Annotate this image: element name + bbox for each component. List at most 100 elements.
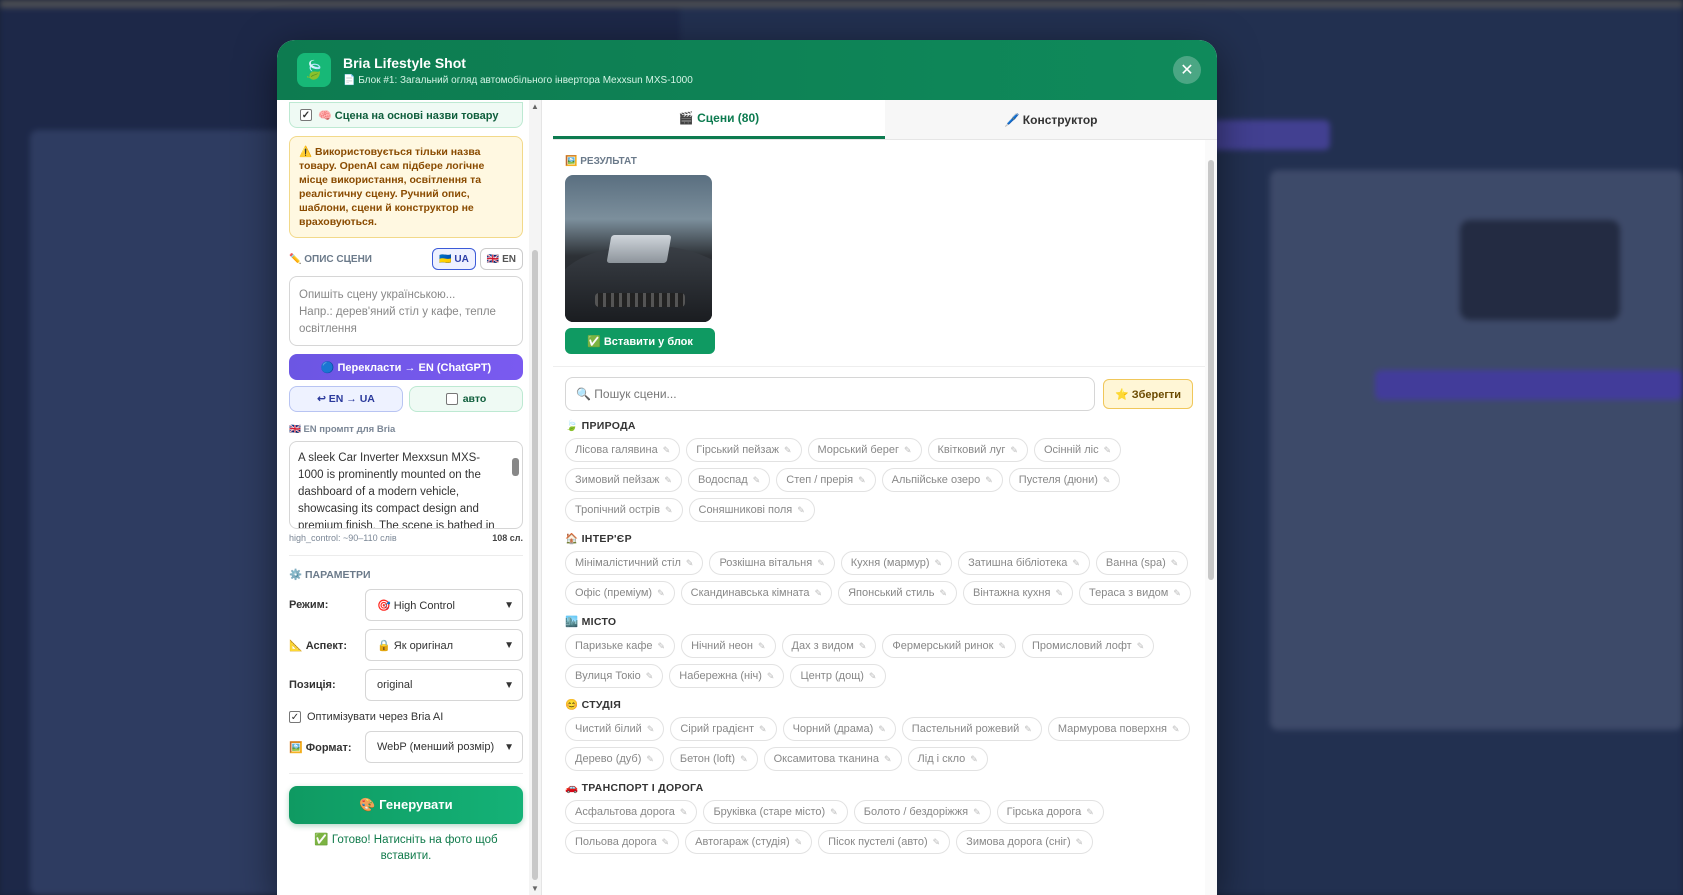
scene-chip[interactable]: Дах з видом ✎ (781, 634, 877, 658)
edit-icon[interactable]: ✎ (1103, 475, 1111, 486)
edit-icon[interactable]: ✎ (646, 671, 654, 682)
scene-chip[interactable]: Затишна бібліотека ✎ (958, 551, 1090, 575)
scene-chip[interactable]: Розкішна вітальня ✎ (709, 551, 835, 575)
scene-chip[interactable]: Болото / бездоріжжя ✎ (853, 800, 991, 824)
edit-icon[interactable]: ✎ (664, 475, 672, 486)
edit-icon[interactable]: ✎ (1055, 588, 1063, 599)
edit-icon[interactable]: ✎ (647, 724, 655, 735)
scene-chip[interactable]: Степ / прерія ✎ (776, 468, 876, 492)
left-scrollbar[interactable]: ▲ ▼ (529, 100, 541, 895)
edit-icon[interactable]: ✎ (646, 754, 654, 765)
edit-icon[interactable]: ✎ (1171, 558, 1179, 569)
edit-icon[interactable]: ✎ (970, 754, 978, 765)
edit-icon[interactable]: ✎ (663, 445, 671, 456)
edit-icon[interactable]: ✎ (795, 837, 803, 848)
edit-icon[interactable]: ✎ (767, 671, 775, 682)
en-prompt-textarea[interactable]: A sleek Car Inverter Mexxsun MXS-1000 is… (289, 441, 523, 529)
edit-icon[interactable]: ✎ (657, 588, 665, 599)
close-button[interactable]: ✕ (1173, 56, 1201, 84)
scene-chip[interactable]: Пісок пустелі (авто) ✎ (818, 830, 951, 854)
scene-chip[interactable]: Набережна (ніч) ✎ (669, 664, 785, 688)
scroll-up-icon[interactable]: ▲ (531, 102, 539, 111)
edit-icon[interactable]: ✎ (665, 505, 673, 516)
scene-chip[interactable]: Польова дорога ✎ (565, 830, 680, 854)
mode-select[interactable]: 🎯 High Control ▼ (365, 589, 523, 621)
tab-scenes[interactable]: 🎬 Сцени (80) (553, 100, 885, 139)
edit-icon[interactable]: ✎ (662, 837, 670, 848)
scene-chip[interactable]: Зимова дорога (сніг) ✎ (956, 830, 1094, 854)
checkbox-checked-icon[interactable]: ✓ (289, 711, 301, 723)
edit-icon[interactable]: ✎ (858, 475, 866, 486)
scene-chip[interactable]: Кухня (мармур) ✎ (840, 551, 953, 575)
save-button[interactable]: ⭐ Зберегти (1103, 379, 1193, 409)
scene-chip[interactable]: Осінній ліс ✎ (1033, 438, 1122, 462)
scene-chip[interactable]: Чистий білий ✎ (565, 717, 665, 741)
textarea-scrollbar[interactable] (512, 448, 519, 522)
edit-icon[interactable]: ✎ (658, 641, 666, 652)
scene-chip[interactable]: Японський стиль ✎ (838, 581, 957, 605)
scene-chip[interactable]: Пастельний рожевий ✎ (901, 717, 1042, 741)
scene-chip[interactable]: Пустеля (дюни) ✎ (1008, 468, 1121, 492)
edit-icon[interactable]: ✎ (859, 641, 867, 652)
edit-icon[interactable]: ✎ (784, 445, 792, 456)
edit-icon[interactable]: ✎ (1172, 724, 1180, 735)
checkbox-unchecked-icon[interactable] (445, 393, 458, 405)
scene-chip[interactable]: Квітковий луг ✎ (927, 438, 1028, 462)
edit-icon[interactable]: ✎ (985, 475, 993, 486)
position-select[interactable]: original ▼ (365, 669, 523, 701)
edit-icon[interactable]: ✎ (1173, 588, 1181, 599)
edit-icon[interactable]: ✎ (1104, 445, 1112, 456)
edit-icon[interactable]: ✎ (753, 475, 761, 486)
edit-icon[interactable]: ✎ (878, 724, 886, 735)
edit-icon[interactable]: ✎ (686, 558, 694, 569)
generate-button[interactable]: 🎨 Генерувати (289, 786, 523, 824)
edit-icon[interactable]: ✎ (884, 754, 892, 765)
format-select[interactable]: WebP (менший розмір) ▼ (365, 731, 523, 763)
scene-search-input[interactable]: 🔍 Пошук сцени... (565, 377, 1095, 411)
scene-from-name-toggle[interactable]: ✓ 🧠 Сцена на основі назви товару (289, 102, 523, 128)
scene-chip[interactable]: Тропічний острів ✎ (565, 498, 683, 522)
edit-icon[interactable]: ✎ (935, 558, 943, 569)
edit-icon[interactable]: ✎ (817, 558, 825, 569)
edit-icon[interactable]: ✎ (1010, 445, 1018, 456)
scene-chip[interactable]: Оксамитова тканина ✎ (763, 747, 902, 771)
scene-chip[interactable]: Мінімалістичний стіл ✎ (565, 551, 704, 575)
scene-chip[interactable]: Офіс (преміум) ✎ (565, 581, 675, 605)
scene-chip[interactable]: Бруківка (старе місто) ✎ (703, 800, 848, 824)
edit-icon[interactable]: ✎ (998, 641, 1006, 652)
edit-icon[interactable]: ✎ (680, 807, 688, 818)
edit-icon[interactable]: ✎ (1076, 837, 1084, 848)
scene-chip[interactable]: Морський берег ✎ (807, 438, 922, 462)
tab-constructor[interactable]: 🖊️ Конструктор (885, 100, 1217, 139)
edit-icon[interactable]: ✎ (1086, 807, 1094, 818)
edit-icon[interactable]: ✎ (758, 641, 766, 652)
edit-icon[interactable]: ✎ (1072, 558, 1080, 569)
scene-chip[interactable]: Фермерський ринок ✎ (882, 634, 1017, 658)
scene-chip[interactable]: Водоспад ✎ (687, 468, 771, 492)
lang-en-button[interactable]: 🇬🇧 EN (479, 248, 523, 270)
scene-chip[interactable]: Гірська дорога ✎ (996, 800, 1104, 824)
edit-icon[interactable]: ✎ (869, 671, 877, 682)
scene-chip[interactable]: Паризьке кафе ✎ (565, 634, 676, 658)
edit-icon[interactable]: ✎ (973, 807, 981, 818)
auto-toggle[interactable]: авто (409, 386, 523, 412)
scene-chip[interactable]: Лісова галявина ✎ (565, 438, 681, 462)
scene-chip[interactable]: Соняшникові поля ✎ (688, 498, 815, 522)
checkbox-checked-icon[interactable]: ✓ (300, 109, 312, 121)
edit-icon[interactable]: ✎ (830, 807, 838, 818)
result-image[interactable] (565, 175, 712, 322)
scene-chip[interactable]: Ванна (spa) ✎ (1095, 551, 1189, 575)
scene-description-input[interactable]: Опишіть сцену українською... Напр.: дере… (289, 276, 523, 346)
left-scrollbar-thumb[interactable] (532, 250, 538, 880)
scene-chip[interactable]: Вулиця Токіо ✎ (565, 664, 664, 688)
scene-chip[interactable]: Нічний неон ✎ (681, 634, 776, 658)
edit-icon[interactable]: ✎ (939, 588, 947, 599)
scene-chip[interactable]: Центр (дощ) ✎ (790, 664, 887, 688)
scene-chip[interactable]: Асфальтова дорога ✎ (565, 800, 698, 824)
edit-icon[interactable]: ✎ (1024, 724, 1032, 735)
scroll-down-icon[interactable]: ▼ (531, 884, 539, 893)
scene-chip[interactable]: Скандинавська кімната ✎ (680, 581, 833, 605)
aspect-select[interactable]: 🔒 Як оригінал ▼ (365, 629, 523, 661)
edit-icon[interactable]: ✎ (759, 724, 767, 735)
edit-icon[interactable]: ✎ (740, 754, 748, 765)
